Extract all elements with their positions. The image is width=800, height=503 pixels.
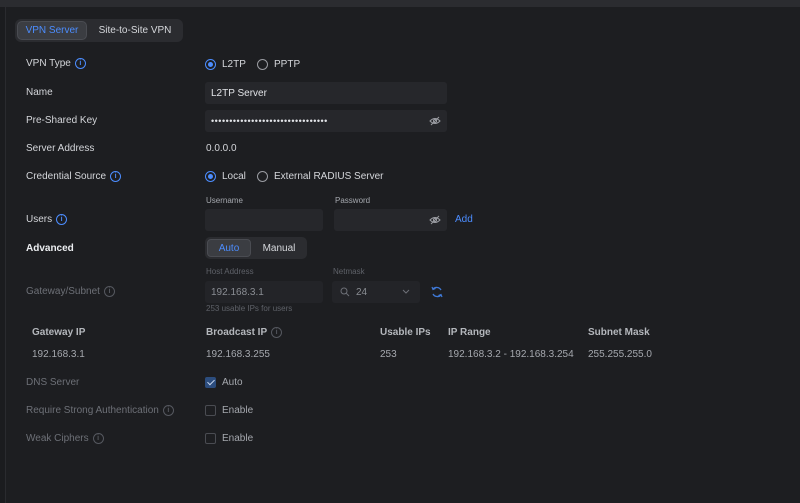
- weak-ciphers-checkbox[interactable]: Enable: [205, 433, 253, 444]
- vpn-type-label: VPN Type i: [26, 58, 86, 69]
- password-input[interactable]: [334, 209, 447, 231]
- info-icon: i: [103, 286, 115, 297]
- tab-site-to-site-vpn[interactable]: Site-to-Site VPN: [89, 21, 181, 40]
- info-icon: i: [92, 433, 104, 444]
- info-icon: i: [271, 327, 283, 338]
- usable-ips-hint: 253 usable IPs for users: [206, 304, 293, 313]
- radio-external-radius-icon[interactable]: [257, 171, 268, 182]
- info-icon[interactable]: i: [74, 58, 86, 69]
- advanced-auto-button[interactable]: Auto: [207, 239, 251, 257]
- table-header: Usable IPs: [380, 327, 431, 338]
- netmask-label: Netmask: [333, 267, 365, 276]
- netmask-select: 24: [332, 281, 420, 303]
- gateway-subnet-label: Gateway/Subnet i: [26, 286, 115, 297]
- radio-local-label: Local: [222, 171, 246, 182]
- table-header-text: Broadcast IP: [206, 327, 268, 338]
- radio-l2tp-icon[interactable]: [205, 59, 216, 70]
- strong-auth-label-text: Require Strong Authentication: [26, 405, 159, 416]
- table-cell: 192.168.3.1: [32, 349, 85, 360]
- name-label: Name: [26, 87, 53, 98]
- table-cell: 253: [380, 349, 397, 360]
- users-label-text: Users: [26, 214, 53, 225]
- tab-bar: VPN Server Site-to-Site VPN: [15, 19, 183, 42]
- radio-local-icon[interactable]: [205, 171, 216, 182]
- strong-auth-checkbox[interactable]: Enable: [205, 405, 253, 416]
- radio-pptp[interactable]: PPTP: [257, 59, 300, 70]
- eye-off-icon[interactable]: [429, 115, 441, 127]
- radio-external-radius-label: External RADIUS Server: [274, 171, 384, 182]
- credential-source-label-text: Credential Source: [26, 171, 107, 182]
- weak-ciphers-label: Weak Ciphers i: [26, 433, 104, 444]
- add-user-link[interactable]: Add: [455, 214, 473, 225]
- dns-auto-checkbox[interactable]: Auto: [205, 377, 243, 388]
- psk-input[interactable]: ••••••••••••••••••••••••••••••••: [205, 110, 447, 132]
- checkbox-icon[interactable]: [205, 405, 216, 416]
- table-cell: 192.168.3.2 - 192.168.3.254: [448, 349, 574, 360]
- server-address-label: Server Address: [26, 143, 95, 154]
- table-header: Subnet Mask: [588, 327, 650, 338]
- radio-pptp-label: PPTP: [274, 59, 301, 70]
- radio-l2tp-label: L2TP: [222, 59, 246, 70]
- search-icon: [340, 287, 350, 297]
- name-input[interactable]: L2TP Server: [205, 82, 447, 104]
- table-cell: 255.255.255.0: [588, 349, 652, 360]
- radio-external-radius[interactable]: External RADIUS Server: [257, 171, 383, 182]
- checkbox-icon[interactable]: [205, 433, 216, 444]
- strong-auth-enable-label: Enable: [222, 405, 254, 416]
- table-cell: 192.168.3.255: [206, 349, 270, 360]
- advanced-label: Advanced: [26, 243, 74, 254]
- checkbox-checked-icon[interactable]: [205, 377, 216, 388]
- eye-off-icon[interactable]: [429, 214, 441, 226]
- advanced-manual-button[interactable]: Manual: [253, 239, 305, 257]
- top-bar: [0, 0, 800, 7]
- credential-source-label: Credential Source i: [26, 171, 122, 182]
- vpn-type-label-text: VPN Type: [26, 58, 71, 69]
- strong-auth-label: Require Strong Authentication i: [26, 405, 174, 416]
- refresh-icon[interactable]: [430, 285, 444, 299]
- weak-ciphers-enable-label: Enable: [222, 433, 254, 444]
- info-icon[interactable]: i: [56, 214, 68, 225]
- psk-value: ••••••••••••••••••••••••••••••••: [211, 116, 328, 126]
- advanced-mode-toggle: Auto Manual: [205, 237, 307, 259]
- radio-local[interactable]: Local: [205, 171, 246, 182]
- server-address-value: 0.0.0.0: [206, 143, 237, 154]
- username-input[interactable]: [205, 209, 323, 231]
- tab-vpn-server[interactable]: VPN Server: [17, 21, 87, 40]
- gateway-subnet-label-text: Gateway/Subnet: [26, 286, 100, 297]
- table-header: IP Range: [448, 327, 491, 338]
- info-icon: i: [162, 405, 174, 416]
- username-label: Username: [206, 196, 243, 205]
- info-icon[interactable]: i: [110, 171, 122, 182]
- dns-auto-label: Auto: [222, 377, 243, 388]
- users-label: Users i: [26, 214, 68, 225]
- chevron-down-icon: [402, 289, 410, 294]
- host-address-input: 192.168.3.1: [205, 281, 323, 303]
- psk-label: Pre-Shared Key: [26, 115, 98, 126]
- password-label: Password: [335, 196, 371, 205]
- dns-server-label: DNS Server: [26, 377, 80, 388]
- host-address-label: Host Address: [206, 267, 254, 276]
- radio-l2tp[interactable]: L2TP: [205, 59, 246, 70]
- table-header: Gateway IP: [32, 327, 86, 338]
- radio-pptp-icon[interactable]: [257, 59, 268, 70]
- weak-ciphers-label-text: Weak Ciphers: [26, 433, 89, 444]
- netmask-value: 24: [356, 286, 368, 298]
- table-header: Broadcast IP i: [206, 327, 283, 338]
